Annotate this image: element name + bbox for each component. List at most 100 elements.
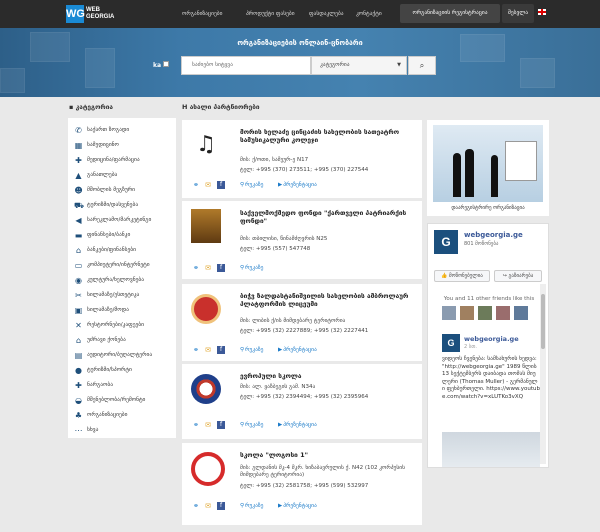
- fb-share-label: გაზიარება: [508, 273, 534, 279]
- link-icon[interactable]: ⚭: [192, 346, 200, 354]
- video-link[interactable]: ▶პრეზენტაცია: [278, 182, 317, 188]
- fb-friends-text: You and 11 other friends like this: [443, 296, 535, 302]
- listing-card[interactable]: საქველმოქმედო ფონდი "ქართველი პატრიარქის…: [182, 201, 422, 279]
- map-link-label: რუკაზე: [245, 422, 264, 428]
- video-icon: ▶: [278, 422, 283, 428]
- map-link[interactable]: ⚲რუკაზე: [240, 182, 263, 188]
- fb-post-time: 2 სთ.: [464, 344, 477, 350]
- video-icon: ▶: [278, 503, 283, 509]
- link-icon[interactable]: ⚭: [192, 502, 200, 510]
- listing-name[interactable]: ბიჭვ ზალდასტანიშვილის სახელობის ამბროლაუ…: [240, 292, 410, 308]
- map-link[interactable]: ⚲რუკაზე: [240, 503, 263, 509]
- nav-organizations[interactable]: ორგანიზაციები: [182, 0, 222, 28]
- fb-page-logo[interactable]: G: [434, 230, 458, 254]
- email-icon[interactable]: ✉: [204, 421, 212, 429]
- phone-icon: ✆: [75, 126, 82, 135]
- bullhorn-icon: ◀: [75, 216, 82, 225]
- register-org-button[interactable]: ორგანიზაციის რეგისტრაცია: [400, 4, 500, 23]
- computer-icon: ▭: [74, 261, 83, 270]
- hero-title: ორგანიზაციების ონლაინ-ცნობარი: [237, 39, 363, 47]
- uk-flag-icon[interactable]: [538, 9, 546, 15]
- listing-card[interactable]: სკოლა "ლოგოსი 1" მის: გლდანის მკ-4 მკრ. …: [182, 443, 422, 525]
- scissors-icon: ✂: [75, 291, 82, 300]
- search-icon: ⌕: [419, 61, 425, 70]
- listing-name[interactable]: მორის ხელაძე ცინცაძის სახელობის სათეატრო…: [240, 128, 410, 144]
- friend-avatar[interactable]: [496, 306, 510, 320]
- lang-checkbox[interactable]: [163, 61, 169, 67]
- logo-mark: WG: [66, 5, 85, 23]
- listing-name[interactable]: ევროპული სკოლა: [240, 372, 410, 380]
- email-icon[interactable]: ✉: [204, 502, 212, 510]
- users-icon: ☻: [74, 186, 83, 195]
- listing-name[interactable]: საქველმოქმედო ფონდი "ქართველი პატრიარქის…: [240, 209, 410, 225]
- listing-name[interactable]: სკოლა "ლოგოსი 1": [240, 451, 410, 459]
- nav-contact[interactable]: კონტაქტი: [356, 0, 382, 28]
- map-link[interactable]: ⚲რუკაზე: [240, 265, 263, 271]
- map-link[interactable]: ⚲რუკაზე: [240, 422, 263, 428]
- friend-avatar[interactable]: [442, 306, 456, 320]
- nav-discounts[interactable]: ფასდაკლება: [309, 0, 344, 28]
- sidebar-item[interactable]: ⋯ სხვა: [68, 422, 176, 439]
- dots-icon: ⋯: [74, 426, 83, 435]
- listing-card[interactable]: ♫ მორის ხელაძე ცინცაძის სახელობის სათეატ…: [182, 120, 422, 198]
- map-marker-icon: ⚲: [240, 503, 245, 509]
- video-link[interactable]: ▶პრეზენტაცია: [278, 503, 317, 509]
- tree-icon: ♣: [74, 411, 83, 420]
- email-icon[interactable]: ✉: [204, 181, 212, 189]
- fb-like-count: 801 მოწონება: [464, 241, 499, 247]
- logo-text: WEB GEORGIA: [86, 7, 126, 21]
- category-sidebar: ✆ საქართ ზოგადი ▦ სამედიცინო ✚ მედიცინა/ფარ…: [68, 118, 176, 438]
- facebook-icon[interactable]: f: [217, 502, 225, 510]
- listing-card[interactable]: ევროპული სკოლა მის: ალ. ყაზბეგის გამ. N3…: [182, 364, 422, 439]
- fb-page-name[interactable]: webgeorgia.ge: [464, 231, 523, 239]
- friend-avatar[interactable]: [478, 306, 492, 320]
- fb-scrollbar-thumb[interactable]: [541, 294, 545, 349]
- email-icon[interactable]: ✉: [204, 264, 212, 272]
- video-link[interactable]: ▶პრეზენტაცია: [278, 422, 317, 428]
- lang-label: ka: [153, 62, 162, 69]
- category-select[interactable]: კატეგორია ▼: [311, 56, 407, 75]
- map-link[interactable]: ⚲რუკაზე: [240, 347, 263, 353]
- fb-post-image[interactable]: [442, 432, 540, 467]
- listing-address: მის: თბილისი, წინამძღვრის N25: [240, 236, 328, 242]
- fb-share-button[interactable]: ↪ გაზიარება: [494, 270, 542, 282]
- hero-bg-tile: [520, 58, 555, 88]
- listing-card[interactable]: ბიჭვ ზალდასტანიშვილის სახელობის ამბროლაუ…: [182, 284, 422, 361]
- register-ad-banner[interactable]: დაარეგისტრირე ორგანიზაცია: [427, 120, 549, 216]
- search-input[interactable]: საძიებო სიტყვა: [181, 56, 311, 75]
- sidebar-item-label: სხვა: [87, 427, 99, 433]
- email-icon[interactable]: ✉: [204, 346, 212, 354]
- link-icon[interactable]: ⚭: [192, 181, 200, 189]
- school-crest-icon: [191, 294, 221, 324]
- site-logo[interactable]: WG WEB GEORGIA: [66, 4, 122, 24]
- facebook-icon[interactable]: f: [217, 264, 225, 272]
- friend-avatar[interactable]: [460, 306, 474, 320]
- video-link[interactable]: ▶პრეზენტაცია: [278, 347, 317, 353]
- top-navbar: WG WEB GEORGIA ორგანიზაციები პროდუქტი ფა…: [0, 0, 600, 28]
- graduation-cap-icon: ▲: [75, 171, 82, 180]
- fb-like-button[interactable]: 👍 მოწონებულია: [434, 270, 490, 282]
- map-link-label: რუკაზე: [245, 347, 264, 353]
- listings-heading-text: ახალი პარტნიორები: [189, 103, 260, 111]
- link-icon[interactable]: ⚭: [192, 264, 200, 272]
- search-button[interactable]: ⌕: [408, 56, 436, 75]
- fb-post-avatar[interactable]: G: [442, 334, 460, 352]
- folder-icon: ▪: [69, 103, 76, 111]
- video-icon: ▶: [278, 347, 283, 353]
- money-icon: ▬: [74, 231, 83, 240]
- building-icon: ▦: [74, 141, 83, 150]
- map-link-label: რუკაზე: [245, 182, 264, 188]
- facebook-icon[interactable]: f: [217, 181, 225, 189]
- link-icon[interactable]: ⚭: [192, 421, 200, 429]
- login-button[interactable]: შესვლა: [502, 4, 534, 23]
- sidebar-heading-text: კატეგორია: [75, 103, 113, 111]
- fb-post-author[interactable]: webgeorgia.ge: [464, 335, 519, 343]
- map-marker-icon: ⚲: [240, 422, 245, 428]
- listing-address: მის: ლიბის ქ/ის მიმდებარე ტერიტორია: [240, 318, 346, 324]
- listing-phone: ტელ: +995 (557) 547748: [240, 246, 311, 252]
- facebook-icon[interactable]: f: [217, 421, 225, 429]
- facebook-icon[interactable]: f: [217, 346, 225, 354]
- video-link-label: პრეზენტაცია: [283, 347, 317, 353]
- friend-avatar[interactable]: [514, 306, 528, 320]
- nav-products[interactable]: პროდუქტი ფასები: [246, 0, 295, 28]
